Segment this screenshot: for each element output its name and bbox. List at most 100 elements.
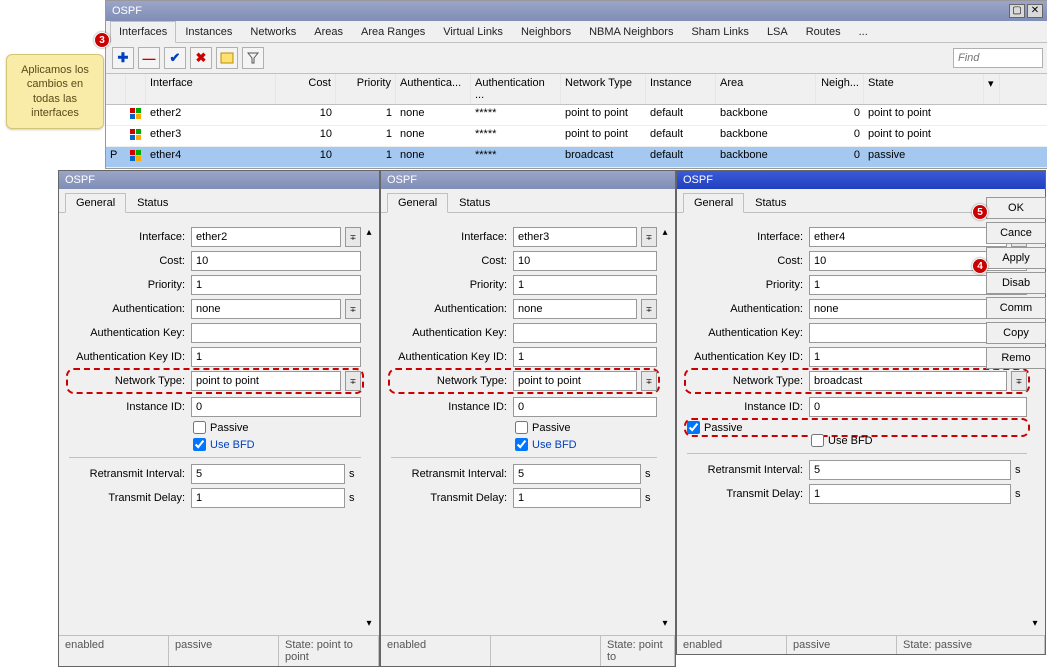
authkey-input[interactable] — [191, 323, 361, 343]
col-instance[interactable]: Instance — [646, 74, 716, 104]
col-ntype[interactable]: Network Type — [561, 74, 646, 104]
scroll-down-icon[interactable]: ▾ — [366, 618, 371, 629]
network-type-select[interactable]: point to point — [191, 371, 341, 391]
auth-select[interactable]: none — [809, 299, 1007, 319]
authkey-input[interactable] — [513, 323, 657, 343]
col-state[interactable]: State — [864, 74, 984, 104]
tab-general[interactable]: General — [387, 193, 448, 213]
tab-shamlinks[interactable]: Sham Links — [682, 21, 757, 42]
ok-button[interactable]: OK — [986, 197, 1046, 219]
tab-networks[interactable]: Networks — [241, 21, 305, 42]
auth-dropdown-icon[interactable]: ∓ — [345, 299, 361, 319]
retransmit-input[interactable]: 5 — [809, 460, 1011, 480]
usebfd-checkbox[interactable] — [811, 434, 824, 447]
tab-general[interactable]: General — [65, 193, 126, 213]
tab-nbma[interactable]: NBMA Neighbors — [580, 21, 682, 42]
dialog-titlebar[interactable]: OSPF — [677, 171, 1045, 189]
ntype-dropdown-icon[interactable]: ∓ — [641, 371, 657, 391]
usebfd-checkbox[interactable] — [515, 438, 528, 451]
apply-button[interactable]: Apply — [986, 247, 1046, 269]
tab-status[interactable]: Status — [126, 193, 179, 212]
passive-checkbox[interactable] — [687, 421, 700, 434]
tab-routes[interactable]: Routes — [797, 21, 850, 42]
disable-button[interactable]: ✖ — [190, 47, 212, 69]
txdelay-input[interactable]: 1 — [191, 488, 345, 508]
col-flag[interactable] — [106, 74, 126, 104]
col-area[interactable]: Area — [716, 74, 816, 104]
tab-instances[interactable]: Instances — [176, 21, 241, 42]
tab-interfaces[interactable]: Interfaces — [110, 21, 176, 43]
table-row[interactable]: P ether4 10 1 none ***** broadcast defau… — [106, 147, 1047, 168]
ntype-dropdown-icon[interactable]: ∓ — [345, 371, 361, 391]
authkeyid-input[interactable]: 1 — [191, 347, 361, 367]
tab-general[interactable]: General — [683, 193, 744, 213]
interface-select[interactable]: ether2 — [191, 227, 341, 247]
table-row[interactable]: ether3 10 1 none ***** point to point de… — [106, 126, 1047, 147]
auth-dropdown-icon[interactable]: ∓ — [641, 299, 657, 319]
tab-status[interactable]: Status — [448, 193, 501, 212]
retransmit-input[interactable]: 5 — [191, 464, 345, 484]
add-button[interactable]: ✚ — [112, 47, 134, 69]
enable-button[interactable]: ✔ — [164, 47, 186, 69]
col-cost[interactable]: Cost — [276, 74, 336, 104]
find-input[interactable] — [953, 48, 1043, 68]
priority-input[interactable]: 1 — [513, 275, 657, 295]
tab-areas[interactable]: Areas — [305, 21, 352, 42]
tab-status[interactable]: Status — [744, 193, 797, 212]
col-authkey[interactable]: Authentication ... — [471, 74, 561, 104]
table-row[interactable]: ether2 10 1 none ***** point to point de… — [106, 105, 1047, 126]
interface-select[interactable]: ether3 — [513, 227, 637, 247]
filter-button[interactable] — [242, 47, 264, 69]
dialog-titlebar[interactable]: OSPF — [381, 171, 675, 189]
col-dropdown[interactable]: ▾ — [984, 74, 1000, 104]
interface-select[interactable]: ether4 — [809, 227, 1007, 247]
cost-input[interactable]: 10 — [191, 251, 361, 271]
grid-header[interactable]: Interface Cost Priority Authentica... Au… — [106, 74, 1047, 105]
instanceid-input[interactable]: 0 — [513, 397, 657, 417]
passive-checkbox[interactable] — [193, 421, 206, 434]
col-icon[interactable] — [126, 74, 146, 104]
retransmit-input[interactable]: 5 — [513, 464, 641, 484]
col-priority[interactable]: Priority — [336, 74, 396, 104]
txdelay-input[interactable]: 1 — [809, 484, 1011, 504]
tab-more[interactable]: ... — [850, 21, 877, 42]
instanceid-input[interactable]: 0 — [191, 397, 361, 417]
main-titlebar[interactable]: OSPF ▢ ✕ — [106, 1, 1047, 21]
close-button[interactable]: ✕ — [1027, 4, 1043, 18]
network-type-select[interactable]: broadcast — [809, 371, 1007, 391]
tab-lsa[interactable]: LSA — [758, 21, 797, 42]
txdelay-input[interactable]: 1 — [513, 488, 641, 508]
scroll-down-icon[interactable]: ▾ — [662, 618, 667, 629]
disable-btn[interactable]: Disab — [986, 272, 1046, 294]
instanceid-input[interactable]: 0 — [809, 397, 1027, 417]
remove-button[interactable]: — — [138, 47, 160, 69]
col-auth[interactable]: Authentica... — [396, 74, 471, 104]
comment-button[interactable] — [216, 47, 238, 69]
ntype-dropdown-icon[interactable]: ∓ — [1011, 371, 1027, 391]
auth-select[interactable]: none — [191, 299, 341, 319]
copy-btn[interactable]: Copy — [986, 322, 1046, 344]
auth-select[interactable]: none — [513, 299, 637, 319]
priority-input[interactable]: 1 — [191, 275, 361, 295]
authkeyid-input[interactable]: 1 — [513, 347, 657, 367]
cancel-button[interactable]: Cance — [986, 222, 1046, 244]
scroll-down-icon[interactable]: ▾ — [1032, 618, 1037, 629]
interface-dropdown-icon[interactable]: ∓ — [345, 227, 361, 247]
interface-dropdown-icon[interactable]: ∓ — [641, 227, 657, 247]
col-interface[interactable]: Interface — [146, 74, 276, 104]
tab-neighbors[interactable]: Neighbors — [512, 21, 580, 42]
col-neigh[interactable]: Neigh... — [816, 74, 864, 104]
scroll-up-icon[interactable]: ▴ — [366, 227, 371, 238]
remove-btn[interactable]: Remo — [986, 347, 1046, 369]
tab-virtuallinks[interactable]: Virtual Links — [434, 21, 512, 42]
minimize-button[interactable]: ▢ — [1009, 4, 1025, 18]
cost-input[interactable]: 10 — [513, 251, 657, 271]
scroll-up-icon[interactable]: ▴ — [662, 227, 667, 238]
passive-checkbox[interactable] — [515, 421, 528, 434]
usebfd-checkbox[interactable] — [193, 438, 206, 451]
dialog-titlebar[interactable]: OSPF — [59, 171, 379, 189]
label-retransmit: Retransmit Interval: — [391, 468, 509, 480]
comment-btn[interactable]: Comm — [986, 297, 1046, 319]
tab-arearanges[interactable]: Area Ranges — [352, 21, 434, 42]
network-type-select[interactable]: point to point — [513, 371, 637, 391]
